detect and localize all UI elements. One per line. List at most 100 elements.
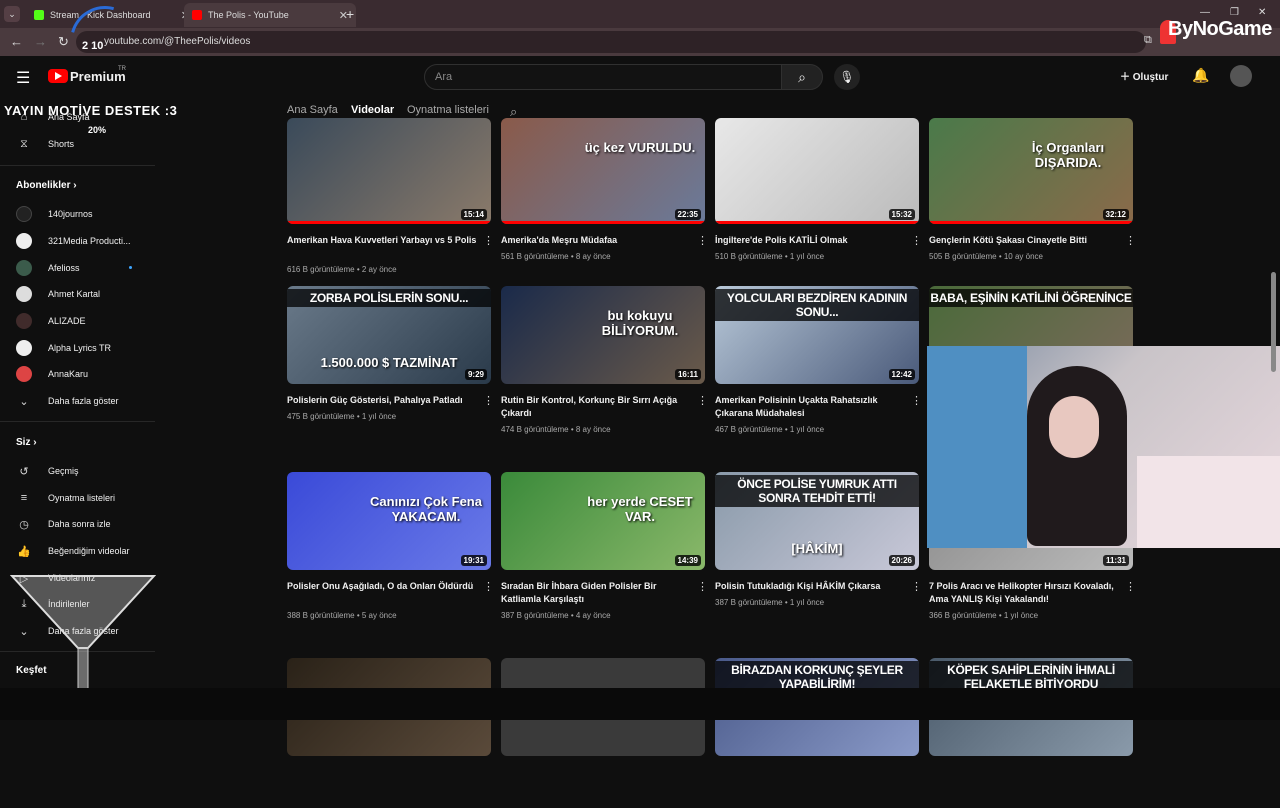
sidebar-item-show-more[interactable]: ⌄ Daha fazla göster (16, 393, 118, 409)
sidebar-item-home[interactable]: ⌂ Ana Sayfa (16, 109, 90, 125)
chevron-right-icon: › (33, 437, 37, 448)
video-more-options-icon[interactable]: ⋮ (697, 234, 708, 247)
plus-icon: ＋ (1120, 72, 1133, 83)
video-more-options-icon[interactable]: ⋮ (911, 394, 922, 407)
video-thumbnail[interactable]: üç kez VURULDU. 22:35 (501, 118, 705, 224)
video-card[interactable]: BİRAZDAN KORKUNÇ ŞEYLER YAPABİLİRİM! (715, 658, 919, 808)
sidebar-item-subscription[interactable]: Alpha Lyrics TR (16, 340, 111, 356)
sidebar-item-shorts[interactable]: ⧖ Shorts (16, 136, 74, 152)
search-input[interactable]: Ara (424, 64, 782, 90)
video-thumbnail[interactable]: 15:14 (287, 118, 491, 224)
cast-icon[interactable]: ⧉ (1144, 34, 1152, 47)
video-thumbnail[interactable]: İç Organları DIŞARIDA. 32:12 (929, 118, 1133, 224)
video-card[interactable]: üç kez VURULDU. 22:35 Amerika'da Meşru Müd… (501, 118, 708, 276)
video-more-options-icon[interactable]: ⋮ (483, 580, 494, 593)
video-title[interactable]: Amerika'da Meşru Müdafaa (501, 234, 691, 247)
video-thumbnail[interactable]: ZORBA POLİSLERİN SONU... 1.500.000 $ TAZM… (287, 286, 491, 384)
video-more-options-icon[interactable]: ⋮ (1125, 580, 1136, 593)
video-more-options-icon[interactable]: ⋮ (1125, 234, 1136, 247)
video-card[interactable]: YOLCULARI BEZDİREN KADININ SONU... 12:42 A… (715, 286, 922, 436)
video-more-options-icon[interactable]: ⋮ (483, 394, 494, 407)
meta-separator: • (354, 611, 362, 620)
video-title[interactable]: Polislerin Güç Gösterisi, Pahalıya Patla… (287, 394, 477, 407)
youtube-logo-icon[interactable] (48, 69, 68, 83)
new-tab-button[interactable]: + (346, 6, 354, 22)
close-window-icon[interactable]: ✕ (1258, 7, 1266, 18)
video-thumbnail[interactable]: 15:32 (715, 118, 919, 224)
video-title[interactable]: Polisin Tutukladığı Kişi HÂKİM Çıkarsa (715, 580, 905, 593)
video-title[interactable]: Polisler Onu Aşağıladı, O da Onları Öldü… (287, 580, 477, 593)
video-card[interactable]: ÖNCE POLİSE YUMRUK ATTI SONRA TEHDİT ETT… (715, 472, 922, 622)
forward-icon[interactable]: → (34, 34, 47, 49)
video-thumbnail[interactable]: ÖNCE POLİSE YUMRUK ATTI SONRA TEHDİT ETT… (715, 472, 919, 570)
you-header[interactable]: Siz › (16, 437, 37, 448)
video-title[interactable]: İngiltere'de Polis KATİLİ Olmak (715, 234, 905, 247)
video-thumbnail[interactable]: YOLCULARI BEZDİREN KADININ SONU... 12:42 (715, 286, 919, 384)
sidebar-item-watch-later[interactable]: ◷ Daha sonra izle (16, 516, 111, 532)
video-title[interactable]: 7 Polis Aracı ve Helikopter Hırsızı Kova… (929, 580, 1119, 606)
video-card[interactable] (287, 658, 491, 808)
subscriptions-header[interactable]: Abonelikler › (16, 180, 77, 191)
search-icon: ⌕ (798, 69, 806, 85)
url-field[interactable]: youtube.com/@TheePolis/videos (76, 31, 1146, 53)
video-title[interactable]: Amerikan Hava Kuvvetleri Yarbayı vs 5 Po… (287, 234, 477, 247)
video-thumbnail[interactable]: bu kokuyu BİLİYORUM. 16:11 (501, 286, 705, 384)
account-avatar[interactable] (1230, 65, 1252, 87)
video-card[interactable]: ZORBA POLİSLERİN SONU... 1.500.000 $ TAZM… (287, 286, 494, 436)
page-scrollbar[interactable] (1271, 272, 1276, 372)
video-more-options-icon[interactable]: ⋮ (911, 234, 922, 247)
menu-icon[interactable]: ☰ (16, 68, 30, 88)
sidebar-item-subscription[interactable]: AnnaKaru (16, 366, 88, 382)
video-card[interactable] (501, 658, 705, 808)
sidebar-item-label: Beğendiğim videolar (48, 546, 130, 556)
sidebar-item-liked[interactable]: 👍 Beğendiğim videolar (16, 543, 130, 559)
webcam-face (1049, 396, 1099, 458)
thumbnail-caption-text: bu kokuyu BİLİYORUM. (601, 308, 679, 338)
sidebar-item-playlists[interactable]: ≡ Oynatma listeleri (16, 490, 115, 506)
video-card[interactable]: bu kokuyu BİLİYORUM. 16:11 Rutin Bir Kontr… (501, 286, 708, 436)
reload-icon[interactable]: ↻ (58, 34, 69, 50)
video-more-options-icon[interactable]: ⋮ (697, 394, 708, 407)
video-views: 366 B görüntüleme (929, 611, 997, 620)
video-card[interactable]: her yerde CESET VAR. 14:39 Sıradan Bir İhb… (501, 472, 708, 622)
sidebar-item-label: Oynatma listeleri (48, 493, 116, 503)
video-card[interactable]: İç Organları DIŞARIDA. 32:12 Gençlerin Köt… (929, 118, 1136, 276)
sidebar-item-subscription[interactable]: Ahmet Kartal (16, 286, 100, 302)
video-title[interactable]: Amerikan Polisinin Uçakta Rahatsızlık Çı… (715, 394, 905, 420)
video-title[interactable]: Gençlerin Kötü Şakası Cinayetle Bitti (929, 234, 1119, 247)
search-button[interactable]: ⌕ (781, 64, 823, 90)
tab-home[interactable]: Ana Sayfa (287, 104, 338, 116)
tab-videos[interactable]: Videolar (351, 104, 394, 116)
voice-search-button[interactable]: 🎙 (834, 64, 860, 90)
video-thumbnail[interactable]: her yerde CESET VAR. 14:39 (501, 472, 705, 570)
video-card[interactable]: Canınızı Çok Fena YAKACAM. 19:31 Polisler … (287, 472, 494, 622)
sidebar-item-label: Daha sonra izle (48, 519, 111, 529)
video-more-options-icon[interactable]: ⋮ (483, 234, 494, 247)
video-card[interactable]: KÖPEK SAHİPLERİNİN İHMALİ FELAKETLE BİTİ… (929, 658, 1133, 808)
video-thumbnail[interactable]: Canınızı Çok Fena YAKACAM. 19:31 (287, 472, 491, 570)
channel-avatar (16, 286, 32, 302)
minimize-icon[interactable]: — (1200, 7, 1210, 18)
tab-youtube[interactable]: The Polis - YouTube ✕ (184, 3, 356, 27)
sidebar-item-history[interactable]: ↺ Geçmiş (16, 463, 78, 479)
sidebar-item-subscription[interactable]: Afelioss (16, 260, 80, 276)
back-icon[interactable]: ← (10, 34, 23, 49)
tab-list-button[interactable]: ⌄ (4, 6, 20, 22)
sidebar-item-subscription[interactable]: ALIZADE (16, 313, 86, 329)
notifications-bell-icon[interactable]: 🔔 (1192, 67, 1209, 84)
video-more-options-icon[interactable]: ⋮ (911, 580, 922, 593)
meta-separator: • (354, 265, 362, 274)
sidebar-item-subscription[interactable]: 140journos (16, 206, 93, 222)
maximize-icon[interactable]: ❐ (1230, 7, 1239, 18)
video-title[interactable]: Sıradan Bir İhbara Giden Polisler Bir Ka… (501, 580, 691, 606)
country-code: TR (118, 66, 126, 72)
video-more-options-icon[interactable]: ⋮ (697, 580, 708, 593)
video-card[interactable]: 15:14 Amerikan Hava Kuvvetleri Yarbayı vs… (287, 118, 494, 276)
video-age: 1 yıl önce (361, 412, 397, 421)
video-card[interactable]: 15:32 İngiltere'de Polis KATİLİ Olmak 510 … (715, 118, 922, 276)
create-button[interactable]: ＋ Oluştur (1120, 68, 1168, 83)
video-title[interactable]: Rutin Bir Kontrol, Korkunç Bir Sırrı Açı… (501, 394, 691, 420)
sidebar-item-label: Afelioss (48, 263, 80, 273)
tab-playlists[interactable]: Oynatma listeleri (407, 104, 489, 116)
sidebar-item-subscription[interactable]: 321Media Producti... (16, 233, 131, 249)
